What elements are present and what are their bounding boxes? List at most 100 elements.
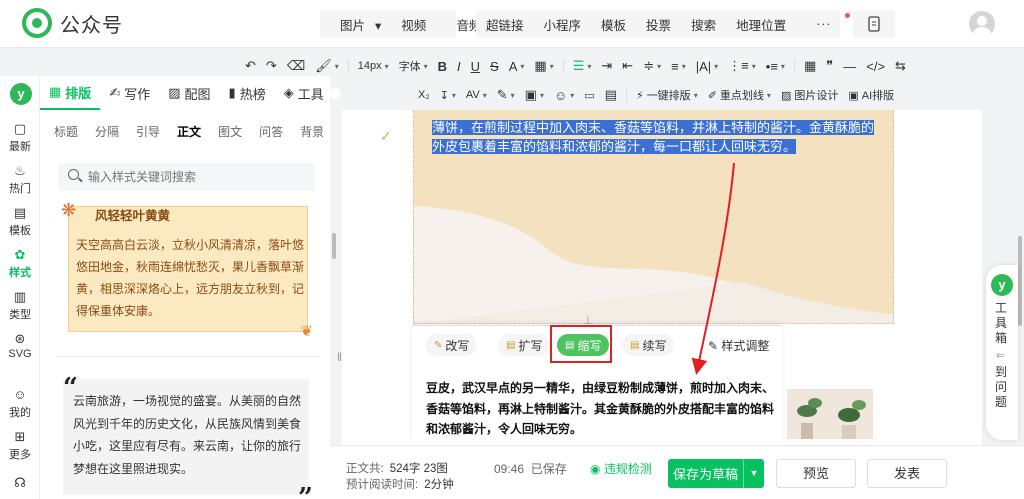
quote-icon[interactable]: ❞ bbox=[821, 58, 838, 74]
undo-icon[interactable]: ↶ bbox=[240, 58, 261, 74]
tab-layout[interactable]: ▦ 排版 bbox=[40, 76, 101, 110]
rail-item-svg[interactable]: ⊛ SVG bbox=[0, 332, 40, 361]
divider-icon[interactable]: — bbox=[838, 59, 861, 74]
ai-rewrite-button[interactable]: ✎ 改写 bbox=[426, 334, 478, 356]
emoji-icon[interactable]: ☺ ▾ bbox=[549, 88, 579, 103]
preview-button[interactable]: 预览 bbox=[776, 459, 856, 488]
book-icon: ▥ bbox=[13, 289, 27, 304]
align-left-icon[interactable]: ☰ ▾ bbox=[568, 58, 597, 74]
template-body: 天空高高白云淡，立秋小风清清凉，落叶悠悠田地金，秋雨连绵忧愁灭，果儿香飘草渐黄，… bbox=[76, 238, 305, 318]
table-icon[interactable]: ▦ bbox=[799, 58, 821, 74]
back-arrow-icon[interactable]: ⇐ bbox=[996, 349, 1005, 362]
publish-button[interactable]: 发表 bbox=[867, 459, 947, 488]
ai-expand-button[interactable]: ▤ 扩写 bbox=[498, 334, 551, 356]
tab-trending[interactable]: ▮ 热榜 bbox=[220, 76, 275, 110]
format-painter-icon[interactable]: 🖌 ▾ bbox=[310, 58, 344, 74]
one-click-layout-button[interactable]: ⚡ 一键排版 ▾ bbox=[631, 87, 703, 103]
more-tools-icon[interactable]: ⇆ bbox=[890, 58, 911, 74]
plugin-logo[interactable]: y bbox=[10, 83, 32, 105]
underline-icon[interactable]: U bbox=[466, 59, 485, 74]
background-color-icon[interactable]: ▦ ▾ bbox=[529, 58, 558, 74]
menu-image[interactable]: 图片 ▾ bbox=[320, 15, 391, 34]
style-search-input[interactable] bbox=[58, 163, 315, 191]
subtab-body[interactable]: 正文 bbox=[177, 123, 201, 140]
rail-item-style[interactable]: ✿ 样式 bbox=[0, 248, 40, 280]
rail-item-latest[interactable]: ▢ 最新 bbox=[0, 122, 40, 154]
violation-check-button[interactable]: ◉ 违规检测 bbox=[590, 460, 652, 477]
search-icon bbox=[68, 169, 79, 180]
font-size-select[interactable]: 14px ▾ bbox=[353, 60, 394, 72]
menu-vote[interactable]: 投票 bbox=[636, 15, 681, 34]
user-avatar[interactable] bbox=[969, 11, 995, 37]
kerning-icon[interactable]: AV ▾ bbox=[461, 89, 492, 101]
ai-result-text[interactable]: 豆皮，武汉早点的另一精华，由绿豆粉制成薄饼，煎时加入肉末、香菇等馅料，再淋上特制… bbox=[426, 378, 774, 440]
ordered-list-icon[interactable]: ⋮≡ ▾ bbox=[723, 58, 761, 74]
page-scrollbar[interactable] bbox=[1018, 236, 1022, 326]
toolbox-icon[interactable]: ▤ bbox=[600, 87, 622, 103]
template-divider bbox=[56, 356, 320, 357]
code-icon[interactable]: </> bbox=[861, 59, 890, 74]
rail-item-template[interactable]: ▤ 模板 bbox=[0, 206, 40, 238]
menu-miniprogram[interactable]: 小程序 bbox=[534, 15, 592, 34]
tab-tools[interactable]: ◈ 工具 bbox=[275, 76, 333, 110]
panel-scrollbar[interactable] bbox=[332, 233, 336, 259]
tab-images[interactable]: ▨ 配图 bbox=[159, 76, 219, 110]
rail-item-more[interactable]: ⊞ 更多 bbox=[0, 430, 40, 462]
rail-item-type[interactable]: ▥ 类型 bbox=[0, 290, 40, 322]
style-template-quote[interactable]: “ 云南旅游，一场视觉的盛宴。从美丽的自然风光到千年的历史文化，从民族风情到美食… bbox=[63, 373, 313, 499]
chart-icon[interactable]: ▣ ▾ bbox=[520, 87, 549, 103]
toolbar-row-2: X₂ ↧ ▾ AV ▾ ✎ ▾ ▣ ▾ ☺ ▾ ▭ ▤ ⚡ 一键排版 ▾ ✐ 重点划线 ▾ ▨ 图片… bbox=[413, 83, 899, 107]
strikethrough-icon[interactable]: S bbox=[485, 59, 504, 74]
word-count: 正文共: 524字 23图 bbox=[346, 463, 448, 475]
mobile-preview-button[interactable] bbox=[853, 10, 895, 38]
back-to-question-link[interactable]: 到问题 bbox=[995, 365, 1009, 410]
style-adjust-button[interactable]: ✎ 样式调整 bbox=[708, 337, 769, 354]
subtab-title[interactable]: 标题 bbox=[54, 123, 78, 140]
format-toolbar: ↶ ↷ ⌫ 🖌 ▾ 14px ▾ 字体 ▾ B I U S A ▾ ▦ ▾ ☰ ▾ ⇥ ⇤ … bbox=[230, 54, 1024, 110]
subtab-qa[interactable]: 问答 bbox=[259, 123, 283, 140]
bold-icon[interactable]: B bbox=[433, 59, 452, 74]
outdent-icon[interactable]: ⇤ bbox=[617, 58, 638, 74]
menu-search[interactable]: 搜索 bbox=[681, 15, 726, 34]
style-template-autumn[interactable]: ❋ 风轻轻叶黄黄 天空高高白云淡，立秋小风清清凉，落叶悠悠田地金，秋雨连绵忧愁灭… bbox=[61, 200, 313, 340]
app-logo[interactable]: 公众号 bbox=[22, 8, 123, 38]
magic-wand-icon[interactable]: ✎ ▾ bbox=[492, 87, 520, 103]
subtab-image-text[interactable]: 图文 bbox=[218, 123, 242, 140]
font-color-icon[interactable]: A ▾ bbox=[504, 59, 530, 74]
subtab-background[interactable]: 背景 bbox=[300, 123, 324, 140]
save-draft-button[interactable]: 保存为草稿 ▼ bbox=[668, 459, 764, 488]
redo-icon[interactable]: ↷ bbox=[261, 58, 282, 74]
tab-writing[interactable]: ✍ 写作 bbox=[100, 76, 159, 110]
rail-item-mine[interactable]: ☺ 我的 bbox=[0, 388, 40, 420]
selected-paragraph[interactable]: 薄饼，在煎制过程中加入肉末、香菇等馅料，并淋上特制的酱汁。金黄酥脆的外皮包裹着丰… bbox=[432, 118, 886, 156]
clear-format-icon[interactable]: ⌫ bbox=[282, 58, 310, 74]
letter-spacing-icon[interactable]: |A| ▾ bbox=[691, 59, 723, 74]
line-height-icon[interactable]: ≑ ▾ bbox=[638, 58, 666, 74]
subscript-icon[interactable]: X₂ bbox=[413, 89, 435, 101]
indent-icon[interactable]: ⇥ bbox=[596, 58, 617, 74]
menu-template[interactable]: 模板 bbox=[591, 15, 636, 34]
ai-continue-button[interactable]: ▤ 续写 bbox=[622, 334, 675, 356]
font-family-select[interactable]: 字体 ▾ bbox=[394, 58, 433, 74]
text-direction-icon[interactable]: ↧ ▾ bbox=[435, 89, 461, 102]
menu-video[interactable]: 视频 bbox=[391, 15, 436, 34]
support-icon[interactable]: ☊ bbox=[0, 476, 40, 492]
menu-location[interactable]: 地理位置 bbox=[726, 15, 796, 34]
menu-hyperlink[interactable]: 超链接 bbox=[476, 15, 534, 34]
image-design-button[interactable]: ▨ 图片设计 bbox=[776, 87, 843, 103]
menu-more[interactable]: ··· bbox=[796, 13, 852, 31]
read-time: 预计阅读时间: 2分钟 bbox=[346, 479, 454, 491]
subtab-guide[interactable]: 引导 bbox=[136, 123, 160, 140]
highlight-line-button[interactable]: ✐ 重点划线 ▾ bbox=[703, 87, 776, 103]
ai-layout-button[interactable]: ▣ AI排版 bbox=[843, 87, 899, 103]
html-icon[interactable]: ▭ bbox=[579, 89, 599, 102]
rail-item-hot[interactable]: ♨ 热门 bbox=[0, 164, 40, 196]
chevron-down-icon[interactable]: ▼ bbox=[743, 459, 764, 488]
floating-toolbox[interactable]: y 工具箱 ⇐ 到问题 bbox=[986, 265, 1018, 440]
italic-icon[interactable]: I bbox=[452, 59, 466, 74]
unordered-list-icon[interactable]: •≡ ▾ bbox=[761, 59, 790, 74]
subtab-divider[interactable]: 分隔 bbox=[95, 123, 119, 140]
article-plant-image[interactable] bbox=[787, 389, 873, 439]
paragraph-spacing-icon[interactable]: ≡ ▾ bbox=[666, 59, 691, 74]
media-menu: 图片▾ 视频 音频▾ bbox=[320, 10, 498, 38]
